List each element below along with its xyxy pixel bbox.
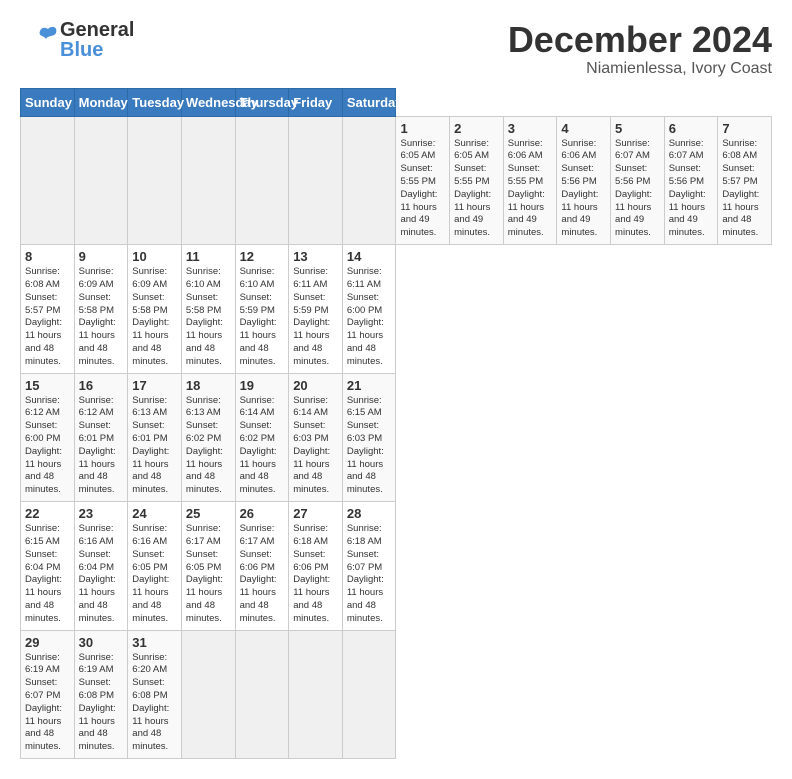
calendar-day-empty — [235, 116, 289, 245]
calendar-day-1: 1Sunrise: 6:05 AMSunset: 5:55 PMDaylight… — [396, 116, 450, 245]
calendar-day-16: 16Sunrise: 6:12 AMSunset: 6:01 PMDayligh… — [74, 373, 128, 502]
calendar-day-empty — [289, 630, 343, 759]
calendar-day-empty — [342, 116, 396, 245]
logo-icon — [20, 21, 58, 59]
calendar-day-6: 6Sunrise: 6:07 AMSunset: 5:56 PMDaylight… — [664, 116, 718, 245]
calendar-day-29: 29Sunrise: 6:19 AMSunset: 6:07 PMDayligh… — [21, 630, 75, 759]
calendar-day-30: 30Sunrise: 6:19 AMSunset: 6:08 PMDayligh… — [74, 630, 128, 759]
logo-general: General — [60, 20, 134, 40]
calendar-day-4: 4Sunrise: 6:06 AMSunset: 5:56 PMDaylight… — [557, 116, 611, 245]
page-header: General Blue December 2024 Niamienlessa,… — [20, 20, 772, 78]
calendar-day-7: 7Sunrise: 6:08 AMSunset: 5:57 PMDaylight… — [718, 116, 772, 245]
calendar-day-12: 12Sunrise: 6:10 AMSunset: 5:59 PMDayligh… — [235, 245, 289, 374]
calendar-day-20: 20Sunrise: 6:14 AMSunset: 6:03 PMDayligh… — [289, 373, 343, 502]
calendar-day-24: 24Sunrise: 6:16 AMSunset: 6:05 PMDayligh… — [128, 502, 182, 631]
calendar-day-empty — [289, 116, 343, 245]
calendar-day-empty — [181, 116, 235, 245]
calendar-day-empty — [181, 630, 235, 759]
calendar-day-22: 22Sunrise: 6:15 AMSunset: 6:04 PMDayligh… — [21, 502, 75, 631]
logo-blue: Blue — [60, 40, 134, 60]
calendar-day-13: 13Sunrise: 6:11 AMSunset: 5:59 PMDayligh… — [289, 245, 343, 374]
calendar-day-3: 3Sunrise: 6:06 AMSunset: 5:55 PMDaylight… — [503, 116, 557, 245]
calendar-week-4: 22Sunrise: 6:15 AMSunset: 6:04 PMDayligh… — [21, 502, 772, 631]
calendar-day-11: 11Sunrise: 6:10 AMSunset: 5:58 PMDayligh… — [181, 245, 235, 374]
calendar-day-26: 26Sunrise: 6:17 AMSunset: 6:06 PMDayligh… — [235, 502, 289, 631]
weekday-header-thursday: Thursday — [235, 88, 289, 116]
calendar-day-31: 31Sunrise: 6:20 AMSunset: 6:08 PMDayligh… — [128, 630, 182, 759]
title-area: December 2024 Niamienlessa, Ivory Coast — [508, 20, 772, 78]
calendar-day-17: 17Sunrise: 6:13 AMSunset: 6:01 PMDayligh… — [128, 373, 182, 502]
calendar-day-23: 23Sunrise: 6:16 AMSunset: 6:04 PMDayligh… — [74, 502, 128, 631]
calendar-day-25: 25Sunrise: 6:17 AMSunset: 6:05 PMDayligh… — [181, 502, 235, 631]
calendar-day-empty — [342, 630, 396, 759]
calendar-day-14: 14Sunrise: 6:11 AMSunset: 6:00 PMDayligh… — [342, 245, 396, 374]
weekday-header-monday: Monday — [74, 88, 128, 116]
calendar-day-15: 15Sunrise: 6:12 AMSunset: 6:00 PMDayligh… — [21, 373, 75, 502]
calendar-day-8: 8Sunrise: 6:08 AMSunset: 5:57 PMDaylight… — [21, 245, 75, 374]
calendar-week-3: 15Sunrise: 6:12 AMSunset: 6:00 PMDayligh… — [21, 373, 772, 502]
calendar-day-10: 10Sunrise: 6:09 AMSunset: 5:58 PMDayligh… — [128, 245, 182, 374]
calendar-day-28: 28Sunrise: 6:18 AMSunset: 6:07 PMDayligh… — [342, 502, 396, 631]
calendar-day-empty — [235, 630, 289, 759]
calendar-day-2: 2Sunrise: 6:05 AMSunset: 5:55 PMDaylight… — [450, 116, 504, 245]
calendar-day-5: 5Sunrise: 6:07 AMSunset: 5:56 PMDaylight… — [611, 116, 665, 245]
calendar-day-21: 21Sunrise: 6:15 AMSunset: 6:03 PMDayligh… — [342, 373, 396, 502]
weekday-header-sunday: Sunday — [21, 88, 75, 116]
calendar-week-5: 29Sunrise: 6:19 AMSunset: 6:07 PMDayligh… — [21, 630, 772, 759]
weekday-header-wednesday: Wednesday — [181, 88, 235, 116]
location-subtitle: Niamienlessa, Ivory Coast — [508, 60, 772, 78]
calendar-day-empty — [21, 116, 75, 245]
calendar-week-2: 8Sunrise: 6:08 AMSunset: 5:57 PMDaylight… — [21, 245, 772, 374]
calendar-day-27: 27Sunrise: 6:18 AMSunset: 6:06 PMDayligh… — [289, 502, 343, 631]
calendar-day-empty — [128, 116, 182, 245]
weekday-header-saturday: Saturday — [342, 88, 396, 116]
weekday-header-tuesday: Tuesday — [128, 88, 182, 116]
weekday-header-friday: Friday — [289, 88, 343, 116]
calendar-day-19: 19Sunrise: 6:14 AMSunset: 6:02 PMDayligh… — [235, 373, 289, 502]
calendar-day-18: 18Sunrise: 6:13 AMSunset: 6:02 PMDayligh… — [181, 373, 235, 502]
calendar-table: SundayMondayTuesdayWednesdayThursdayFrid… — [20, 88, 772, 760]
month-title: December 2024 — [508, 20, 772, 60]
calendar-week-1: 1Sunrise: 6:05 AMSunset: 5:55 PMDaylight… — [21, 116, 772, 245]
calendar-day-9: 9Sunrise: 6:09 AMSunset: 5:58 PMDaylight… — [74, 245, 128, 374]
logo: General Blue — [20, 20, 134, 60]
calendar-day-empty — [74, 116, 128, 245]
weekday-header-row: SundayMondayTuesdayWednesdayThursdayFrid… — [21, 88, 772, 116]
